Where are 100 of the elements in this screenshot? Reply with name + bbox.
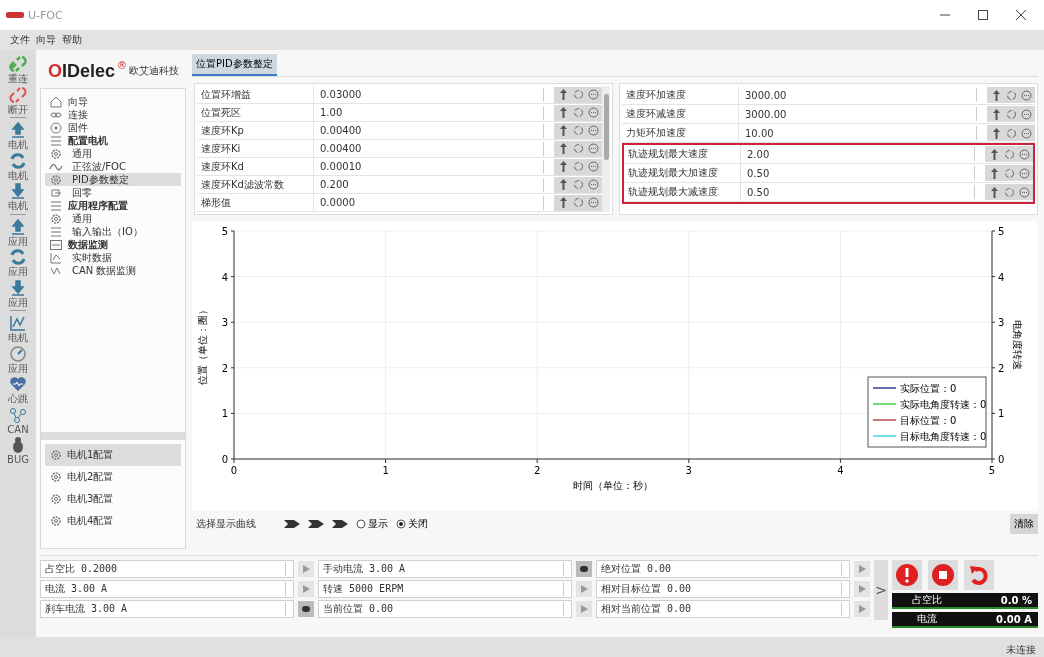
comment-icon[interactable] <box>586 159 600 174</box>
param-value-field[interactable]: 0.00400 <box>314 122 543 139</box>
comment-icon[interactable] <box>586 141 600 156</box>
toolbar-button[interactable]: 应用 <box>8 247 28 278</box>
play-button[interactable] <box>854 561 870 577</box>
control-field[interactable]: 占空比 0.2000 <box>40 560 294 578</box>
toolbar-button[interactable]: 应用 <box>8 216 28 247</box>
refresh-icon[interactable] <box>1002 185 1016 199</box>
refresh-icon[interactable] <box>1004 126 1018 140</box>
nav-item[interactable]: 应用程序配置 <box>45 199 181 212</box>
control-field[interactable]: 手动电流 3.00 A <box>318 560 572 578</box>
toolbar-button[interactable]: 应用 <box>8 277 28 308</box>
stop-button[interactable] <box>928 560 958 590</box>
motor-config-item[interactable]: 电机1配置 <box>45 444 181 466</box>
comment-icon[interactable] <box>586 123 600 138</box>
control-field[interactable]: 相对目标位置 0.00 <box>596 580 850 598</box>
refresh-icon[interactable] <box>1004 88 1018 102</box>
refresh-icon[interactable] <box>571 123 585 138</box>
comment-icon[interactable] <box>586 177 600 192</box>
expand-button[interactable]: > <box>874 560 888 620</box>
nav-item[interactable]: 实时数据 <box>45 251 181 264</box>
play-button[interactable] <box>576 601 592 617</box>
toolbar-button[interactable]: 断开 <box>8 84 28 115</box>
radio-icon[interactable] <box>396 519 406 529</box>
refresh-icon[interactable] <box>1004 107 1018 121</box>
motor-config-item[interactable]: 电机4配置 <box>45 510 181 532</box>
comment-icon[interactable] <box>1017 147 1031 161</box>
param-value-field[interactable]: 1.00 <box>314 104 543 121</box>
menu-item[interactable]: 文件 <box>10 33 30 47</box>
param-value-field[interactable]: 10.00 <box>739 124 976 142</box>
comment-icon[interactable] <box>1019 126 1033 140</box>
nav-item[interactable]: 通用 <box>45 212 181 225</box>
comment-icon[interactable] <box>1017 185 1031 199</box>
refresh-icon[interactable] <box>571 195 585 210</box>
control-field[interactable]: 电流 3.00 A <box>40 580 294 598</box>
param-value-field[interactable]: 3000.00 <box>739 86 976 104</box>
toolbar-button[interactable]: 电机 <box>8 120 28 151</box>
comment-icon[interactable] <box>1017 166 1031 180</box>
param-value-field[interactable]: 0.50 <box>741 164 974 182</box>
param-value-field[interactable]: 0.0000 <box>314 194 543 211</box>
control-field[interactable]: 转速 5000 ERPM <box>318 580 572 598</box>
stop-button[interactable] <box>576 561 592 577</box>
toolbar-button[interactable]: CAN <box>7 404 29 435</box>
nav-item[interactable]: 输入输出（IO） <box>45 225 181 238</box>
motor-config-item[interactable]: 电机3配置 <box>45 488 181 510</box>
splitter-handle[interactable] <box>41 432 185 440</box>
comment-icon[interactable] <box>1019 107 1033 121</box>
play-button[interactable] <box>854 581 870 597</box>
nav-item[interactable]: 连接 <box>45 108 181 121</box>
refresh-icon[interactable] <box>571 141 585 156</box>
refresh-icon[interactable] <box>1002 166 1016 180</box>
nav-item[interactable]: 回零 <box>45 186 181 199</box>
param-value-field[interactable]: 0.200 <box>314 176 543 193</box>
control-field[interactable]: 相对当前位置 0.00 <box>596 600 850 618</box>
radio-icon[interactable] <box>356 519 366 529</box>
menu-item[interactable]: 向导 <box>36 33 56 47</box>
toolbar-button[interactable]: 重连 <box>8 54 28 85</box>
refresh-icon[interactable] <box>571 87 585 102</box>
nav-item[interactable]: 正弦波/FOC <box>45 160 181 173</box>
refresh-icon[interactable] <box>1002 147 1016 161</box>
control-field[interactable]: 刹车电流 3.00 A <box>40 600 294 618</box>
comment-icon[interactable] <box>1019 88 1033 102</box>
param-value-field[interactable]: 0.00010 <box>314 158 543 175</box>
nav-item[interactable]: 数据监测 <box>45 238 181 251</box>
param-value-field[interactable]: 0.03000 <box>314 86 543 103</box>
scrollbar[interactable] <box>602 86 610 212</box>
menu-item[interactable]: 帮助 <box>62 33 82 47</box>
nav-item[interactable]: 通用 <box>45 147 181 160</box>
stop-button[interactable] <box>298 601 314 617</box>
nav-item[interactable]: PID参数整定 <box>45 173 181 186</box>
emergency-button[interactable] <box>892 560 922 590</box>
toolbar-button[interactable]: 应用 <box>8 343 28 374</box>
refresh-icon[interactable] <box>571 105 585 120</box>
control-field[interactable]: 绝对位置 0.00 <box>596 560 850 578</box>
comment-icon[interactable] <box>586 195 600 210</box>
param-value-field[interactable]: 2.00 <box>741 145 974 163</box>
refresh-icon[interactable] <box>571 177 585 192</box>
comment-icon[interactable] <box>586 87 600 102</box>
toolbar-button[interactable]: 电机 <box>8 150 28 181</box>
nav-item[interactable]: 配置电机 <box>45 134 181 147</box>
radio-option[interactable]: 显示 <box>356 517 388 531</box>
tab[interactable]: 位置PID参数整定 <box>192 54 277 76</box>
reset-button[interactable] <box>964 560 994 590</box>
param-value-field[interactable]: 0.00400 <box>314 140 543 157</box>
nav-item[interactable]: 向导 <box>45 95 181 108</box>
comment-icon[interactable] <box>586 105 600 120</box>
toolbar-button[interactable]: 电机 <box>8 181 28 212</box>
chevron-icon[interactable] <box>308 520 324 528</box>
motor-config-item[interactable]: 电机2配置 <box>45 466 181 488</box>
param-value-field[interactable]: 3000.00 <box>739 105 976 123</box>
toolbar-button[interactable]: BUG <box>7 435 29 466</box>
refresh-icon[interactable] <box>571 159 585 174</box>
chevron-icon[interactable] <box>284 520 300 528</box>
play-button[interactable] <box>854 601 870 617</box>
chevron-icon[interactable] <box>332 520 348 528</box>
nav-item[interactable]: 固件 <box>45 121 181 134</box>
control-field[interactable]: 当前位置 0.00 <box>318 600 572 618</box>
toolbar-button[interactable]: 电机 <box>8 313 28 344</box>
nav-item[interactable]: CAN 数据监测 <box>45 264 181 277</box>
clear-button[interactable]: 清除 <box>1010 514 1038 534</box>
